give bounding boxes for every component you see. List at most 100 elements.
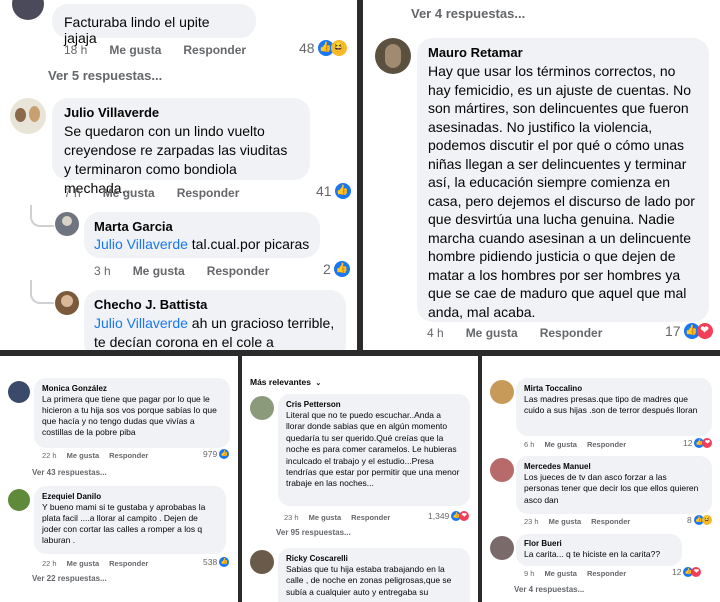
like-button[interactable]: Me gusta [544,440,577,449]
avatar[interactable] [375,38,411,74]
comment-time[interactable]: 3 h [94,264,111,278]
reply-bubble: Checho J. Battista Julio Villaverde ah u… [84,290,346,350]
comment-author[interactable]: Mirta Toccalino [524,384,704,393]
comment-bubble: Ricky Coscarelli Sabias que tu hija esta… [278,548,470,602]
panel-top-right: Ver 4 respuestas... Mauro Retamar Hay qu… [363,0,720,350]
comment-text: Sabias que tu hija estaba trabajando en … [286,564,452,597]
reaction-count-value: 41 [316,183,332,199]
reply-button[interactable]: Responder [351,513,390,522]
comment-bubble: Monica González La primera que tiene que… [34,378,230,448]
avatar[interactable] [8,381,30,403]
avatar[interactable] [55,291,79,315]
avatar[interactable] [12,0,44,20]
sort-label: Más relevantes [250,377,311,387]
like-button[interactable]: Me gusta [109,43,161,57]
user-mention[interactable]: Julio Villaverde [94,315,188,331]
comment-author[interactable]: Ezequiel Danilo [42,492,218,501]
view-replies-link[interactable]: Ver 43 respuestas... [32,468,107,477]
comment-author[interactable]: Julio Villaverde [64,105,298,120]
like-button[interactable]: Me gusta [67,451,100,460]
reaction-count[interactable]: 17 👍 ❤ [665,323,713,339]
comment-author[interactable]: Monica González [42,384,222,393]
comment-author[interactable]: Mauro Retamar [428,45,699,60]
reply-button[interactable]: Responder [109,451,148,460]
comment-actions: 9 h Me gusta Responder [524,569,648,578]
avatar[interactable] [55,212,79,236]
comment-author[interactable]: Mercedes Manuel [524,462,704,471]
comment-time[interactable]: 6 h [524,440,534,449]
comment-bubble: Cris Petterson Literal que no te puedo e… [278,394,470,506]
comment-actions: 18 h Me gusta Responder [64,43,268,57]
like-button[interactable]: Me gusta [133,264,185,278]
comment-time[interactable]: 22 h [42,559,57,568]
comment-bubble: Facturaba lindo el upite jajaja [52,4,256,46]
reply-button[interactable]: Responder [177,186,240,200]
comment-bubble: Julio Villaverde Se quedaron con un lind… [52,98,310,196]
avatar[interactable] [250,396,274,420]
comment-author[interactable]: Cris Petterson [286,400,462,409]
reaction-count-value: 48 [299,40,315,56]
reaction-count[interactable]: 538 👍 [203,557,230,567]
love-reaction-icon: ❤ [702,438,713,448]
reaction-count-value: 12 [683,438,693,448]
like-button[interactable]: Me gusta [549,517,582,526]
comment-actions: 22 h Me gusta Responder [42,559,170,568]
comment-author[interactable]: Checho J. Battista [94,297,336,312]
comment-time[interactable]: 23 h [524,517,539,526]
reaction-count[interactable]: 2 👍 [323,261,350,277]
comment-author[interactable]: Flor Bueri [524,539,674,548]
user-mention[interactable]: Julio Villaverde [94,236,188,252]
reply-button[interactable]: Responder [591,517,630,526]
reply-button[interactable]: Responder [207,264,270,278]
comment-time[interactable]: 18 h [64,43,87,57]
reply-button[interactable]: Responder [109,559,148,568]
reaction-count[interactable]: 48 👍 😆 [299,40,347,56]
avatar[interactable] [490,536,514,560]
comment-text: Julio Villaverde tal.cual.por picaras [94,236,310,252]
comment-text: Hay que usar los términos correctos, no … [428,63,695,320]
view-replies-link[interactable]: Ver 95 respuestas... [276,528,351,537]
avatar[interactable] [250,550,274,574]
sort-dropdown[interactable]: Más relevantes ⌄ [250,377,321,387]
view-replies-link[interactable]: Ver 22 respuestas... [32,574,107,583]
like-reaction-icon: 👍 [334,183,351,199]
reaction-count[interactable]: 12 👍 ❤ [672,567,702,577]
avatar[interactable] [10,98,46,134]
like-button[interactable]: Me gusta [103,186,155,200]
reaction-count[interactable]: 1,349 👍 ❤ [428,511,470,521]
comment-actions: 23 h Me gusta Responder [524,517,652,526]
reaction-count[interactable]: 12 👍 ❤ [683,438,713,448]
like-button[interactable]: Me gusta [67,559,100,568]
reply-button[interactable]: Responder [587,440,626,449]
comment-time[interactable]: 9 h [524,569,534,578]
reply-button[interactable]: Responder [587,569,626,578]
comment-time[interactable]: 4 h [427,326,444,340]
panel-bottom-right: Mirta Toccalino Las madres presas.que ti… [482,356,720,602]
reaction-count[interactable]: 41 👍 [316,183,351,199]
view-replies-link[interactable]: Ver 5 respuestas... [48,68,162,83]
avatar[interactable] [490,380,514,404]
reaction-count[interactable]: 979 👍 [203,449,230,459]
view-replies-link[interactable]: Ver 4 respuestas... [514,585,584,594]
like-button[interactable]: Me gusta [466,326,518,340]
like-button[interactable]: Me gusta [309,513,342,522]
comment-actions: 22 h Me gusta Responder [42,451,170,460]
comment-time[interactable]: 22 h [42,451,57,460]
like-reaction-icon: 👍 [219,557,230,567]
reaction-count-value: 538 [203,557,218,567]
reply-button[interactable]: Responder [183,43,246,57]
panel-bottom-left: Monica González La primera que tiene que… [0,356,238,602]
reaction-count[interactable]: 8 👍 😆 [687,515,712,525]
comment-time[interactable]: 23 h [284,513,299,522]
view-replies-link[interactable]: Ver 4 respuestas... [411,6,525,21]
comment-time[interactable]: 7 h [64,186,81,200]
avatar[interactable] [8,489,30,511]
comment-actions: 7 h Me gusta Responder [64,186,261,200]
reply-button[interactable]: Responder [540,326,603,340]
reply-thread-line [30,280,54,304]
comment-author[interactable]: Ricky Coscarelli [286,554,462,563]
avatar[interactable] [490,458,514,482]
like-button[interactable]: Me gusta [544,569,577,578]
comment-author[interactable]: Marta Garcia [94,219,310,234]
comment-actions: 4 h Me gusta Responder [427,326,624,340]
